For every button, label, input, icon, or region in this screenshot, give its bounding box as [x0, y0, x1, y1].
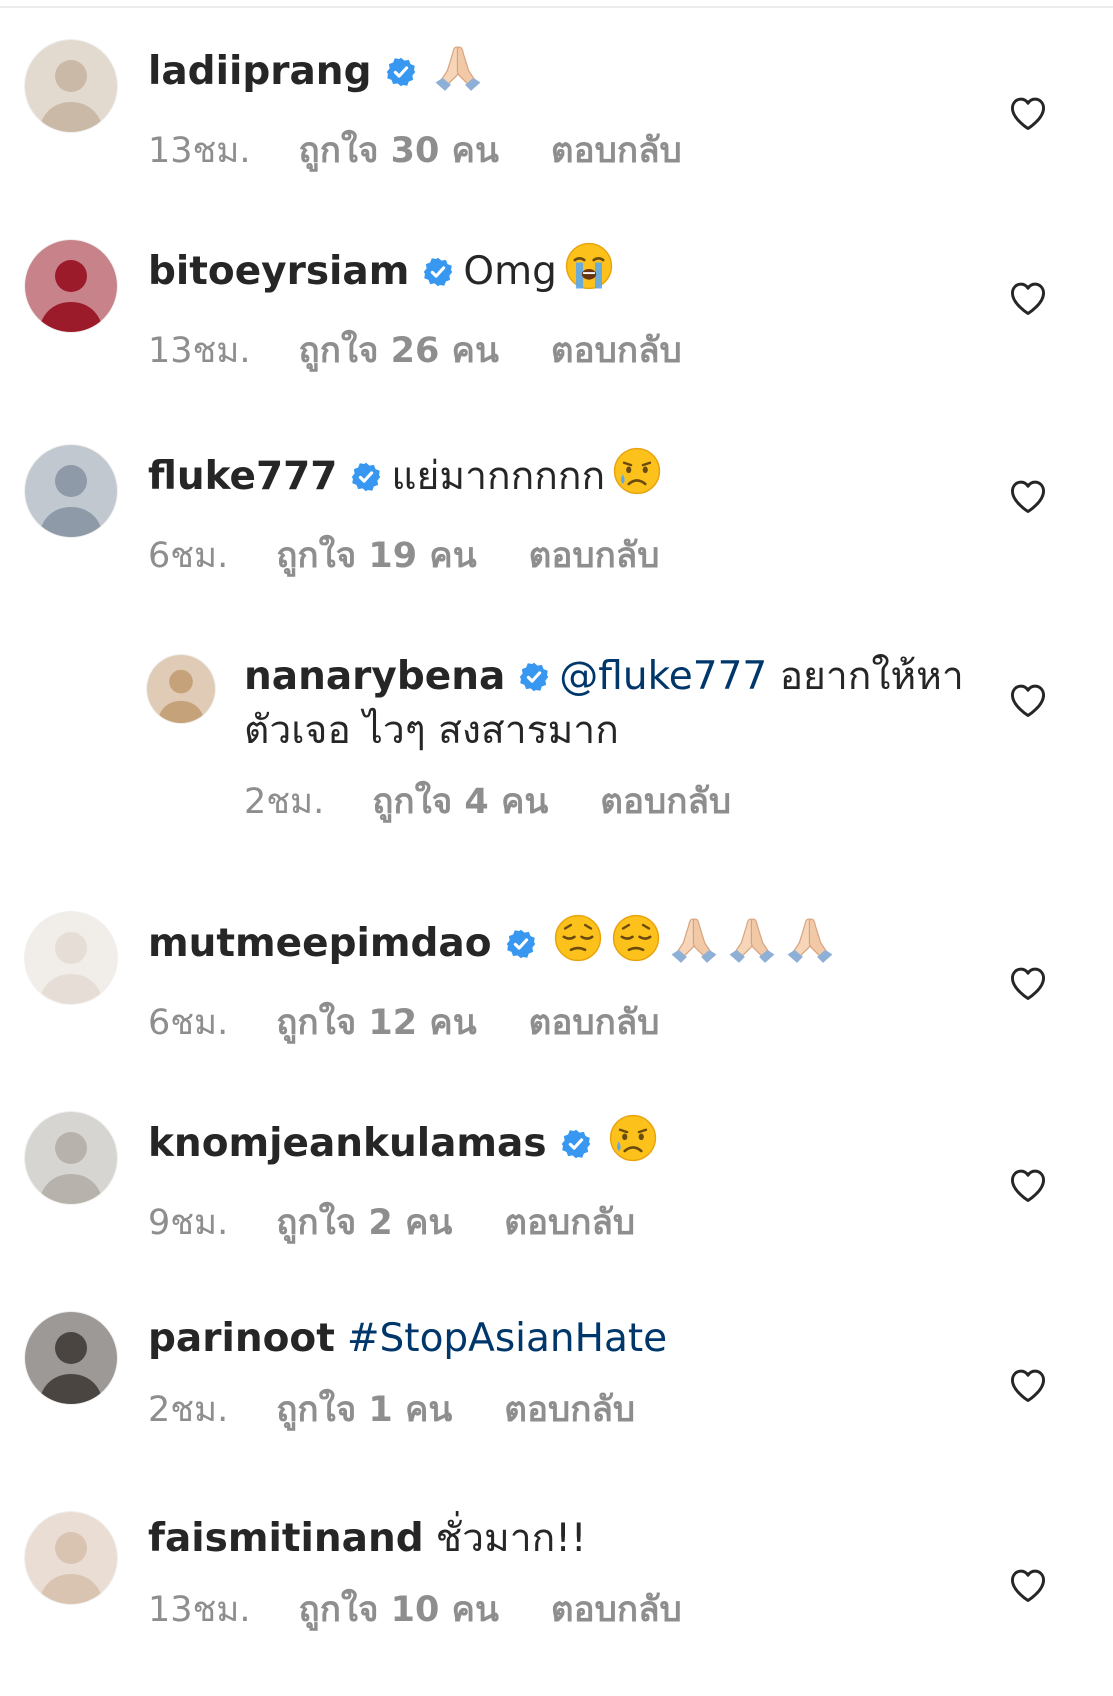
- avatar[interactable]: [25, 1312, 117, 1404]
- pray-emoji-icon: [784, 912, 836, 979]
- reply-button[interactable]: ตอบกลับ: [551, 323, 682, 378]
- top-divider: [0, 6, 1113, 8]
- comment-meta: 6ชม. ถูกใจ 12 คน ตอบกลับ: [148, 995, 836, 1050]
- username-link[interactable]: mutmeepimdao: [148, 921, 492, 966]
- timestamp: 2ชม.: [148, 1390, 229, 1430]
- likes-count-link[interactable]: ถูกใจ 12 คน: [276, 995, 476, 1050]
- likes-count-link[interactable]: ถูกใจ 1 คน: [276, 1382, 452, 1437]
- reply-button[interactable]: ตอบกลับ: [504, 1382, 635, 1437]
- comment-meta: 9ชม. ถูกใจ 2 คน ตอบกลับ: [148, 1195, 659, 1250]
- comment-meta: 2ชม. ถูกใจ 1 คน ตอบกลับ: [148, 1382, 667, 1437]
- heart-outline-icon[interactable]: [1008, 95, 1048, 131]
- avatar[interactable]: [147, 655, 215, 723]
- heart-outline-icon[interactable]: [1008, 1567, 1048, 1603]
- avatar[interactable]: [25, 40, 117, 132]
- comment-line: knomjeankulamas: [148, 1112, 659, 1179]
- verified-badge-icon: [519, 653, 549, 692]
- comment-meta: 13ชม. ถูกใจ 30 คน ตอบกลับ: [148, 123, 682, 178]
- username-link[interactable]: fluke777: [148, 454, 337, 499]
- pray-emoji-icon: [726, 912, 778, 979]
- reply-button[interactable]: ตอบกลับ: [529, 528, 660, 583]
- comment-line: parinoot #StopAsianHate: [148, 1312, 667, 1366]
- timestamp: 6ชม.: [148, 1003, 229, 1043]
- heart-outline-icon[interactable]: [1008, 965, 1048, 1001]
- timestamp: 6ชม.: [148, 536, 229, 576]
- likes-count-link[interactable]: ถูกใจ 30 คน: [299, 123, 499, 178]
- verified-badge-icon: [506, 920, 536, 959]
- comment-line: bitoeyrsiam Omg: [148, 240, 682, 307]
- comment-line: faismitinand ชั่วมาก!!: [148, 1512, 682, 1566]
- timestamp: 13ชม.: [148, 1590, 251, 1630]
- pray-emoji-icon: [668, 912, 720, 979]
- comment-meta: 6ชม. ถูกใจ 19 คน ตอบกลับ: [148, 528, 663, 583]
- timestamp: 9ชม.: [148, 1203, 229, 1243]
- heart-outline-icon[interactable]: [1008, 682, 1048, 718]
- comment-meta: 2ชม. ถูกใจ 4 คน ตอบกลับ: [244, 774, 964, 829]
- reply-button[interactable]: ตอบกลับ: [600, 774, 731, 829]
- verified-badge-icon: [351, 453, 381, 492]
- cry-emoji-icon: [607, 1112, 659, 1179]
- comment-line: mutmeepimdao: [148, 912, 836, 979]
- comment-text: แย่มากกกกก: [391, 454, 606, 499]
- verified-badge-icon: [423, 248, 453, 287]
- comment-body: bitoeyrsiam Omg 13ชม. ถูกใจ 26 คน ตอบกลับ: [148, 240, 682, 378]
- cry-emoji-icon: [611, 445, 663, 512]
- heart-outline-icon[interactable]: [1008, 478, 1048, 514]
- username-link[interactable]: parinoot: [148, 1316, 335, 1361]
- verified-badge-icon: [386, 48, 416, 87]
- username-link[interactable]: bitoeyrsiam: [148, 249, 409, 294]
- comment-body: faismitinand ชั่วมาก!! 13ชม. ถูกใจ 10 คน ตอบ…: [148, 1512, 682, 1637]
- reply-button[interactable]: ตอบกลับ: [551, 1582, 682, 1637]
- sob-emoji-icon: [563, 240, 615, 307]
- likes-count-link[interactable]: ถูกใจ 2 คน: [276, 1195, 452, 1250]
- comment-line: nanarybena @fluke777 อยากให้หาตัวเจอ ไวๆ …: [244, 650, 964, 758]
- avatar[interactable]: [25, 912, 117, 1004]
- comment-body: nanarybena @fluke777 อยากให้หาตัวเจอ ไวๆ …: [244, 650, 964, 829]
- likes-count-link[interactable]: ถูกใจ 4 คน: [372, 774, 548, 829]
- comment-line: fluke777 แย่มากกกกก: [148, 445, 663, 512]
- comment-meta: 13ชม. ถูกใจ 26 คน ตอบกลับ: [148, 323, 682, 378]
- verified-badge-icon: [561, 1120, 591, 1159]
- username-link[interactable]: knomjeankulamas: [148, 1121, 547, 1166]
- comment-body: ladiiprang 13ชม. ถูกใจ 30 คน ตอบกลับ: [148, 40, 682, 178]
- heart-outline-icon[interactable]: [1008, 1167, 1048, 1203]
- comment-text: ชั่วมาก!!: [435, 1516, 587, 1561]
- timestamp: 2ชม.: [244, 782, 325, 822]
- pensive-emoji-icon: [552, 912, 604, 979]
- timestamp: 13ชม.: [148, 131, 251, 171]
- reply-button[interactable]: ตอบกลับ: [504, 1195, 635, 1250]
- likes-count-link[interactable]: ถูกใจ 10 คน: [299, 1582, 499, 1637]
- hashtag-link[interactable]: #StopAsianHate: [347, 1316, 667, 1361]
- timestamp: 13ชม.: [148, 331, 251, 371]
- avatar[interactable]: [25, 445, 117, 537]
- mention-link[interactable]: @fluke777: [559, 654, 767, 699]
- username-link[interactable]: faismitinand: [148, 1516, 424, 1561]
- comment-body: knomjeankulamas 9ชม. ถูกใจ 2 คน ตอบกลับ: [148, 1112, 659, 1250]
- avatar[interactable]: [25, 1512, 117, 1604]
- comment-body: fluke777 แย่มากกกกก 6ชม. ถูกใจ 19 คน ตอบกลับ: [148, 445, 663, 583]
- avatar[interactable]: [25, 1112, 117, 1204]
- reply-button[interactable]: ตอบกลับ: [551, 123, 682, 178]
- username-link[interactable]: nanarybena: [244, 654, 505, 699]
- heart-outline-icon[interactable]: [1008, 1367, 1048, 1403]
- comment-meta: 13ชม. ถูกใจ 10 คน ตอบกลับ: [148, 1582, 682, 1637]
- likes-count-link[interactable]: ถูกใจ 19 คน: [276, 528, 476, 583]
- avatar[interactable]: [25, 240, 117, 332]
- likes-count-link[interactable]: ถูกใจ 26 คน: [299, 323, 499, 378]
- comment-text: Omg: [463, 249, 557, 294]
- comment-body: parinoot #StopAsianHate 2ชม. ถูกใจ 1 คน ตอบก…: [148, 1312, 667, 1437]
- comment-line: ladiiprang: [148, 40, 682, 107]
- pensive-emoji-icon: [610, 912, 662, 979]
- reply-button[interactable]: ตอบกลับ: [529, 995, 660, 1050]
- heart-outline-icon[interactable]: [1008, 280, 1048, 316]
- comment-body: mutmeepimdao 6ชม. ถูกใจ 12 คน ตอบกลับ: [148, 912, 836, 1050]
- pray-emoji-icon: [432, 40, 484, 107]
- username-link[interactable]: ladiiprang: [148, 49, 372, 94]
